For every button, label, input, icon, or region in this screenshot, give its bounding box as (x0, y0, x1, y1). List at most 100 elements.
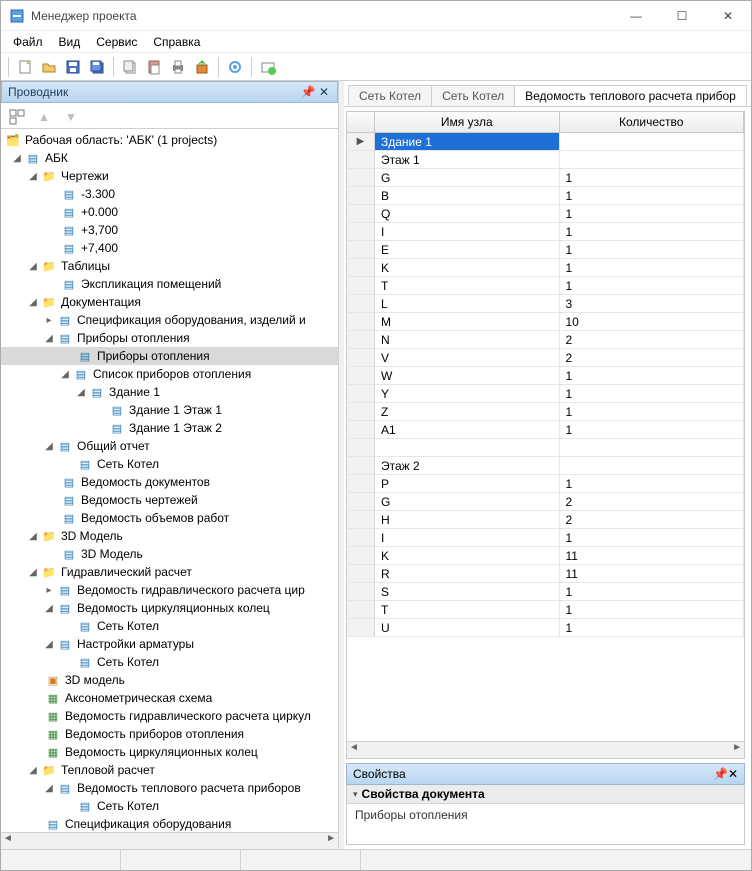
cell-qty[interactable]: 1 (560, 241, 745, 259)
tab-net-boiler-2[interactable]: Сеть Котел (431, 85, 515, 106)
cell-name[interactable]: N (375, 331, 560, 349)
table-row[interactable]: T1 (347, 277, 744, 295)
table-row[interactable]: V2 (347, 349, 744, 367)
minimize-button[interactable]: — (613, 1, 659, 31)
thermal-dev-log-node[interactable]: Ведомость теплового расчета приборов (75, 781, 303, 795)
table-row[interactable]: A11 (347, 421, 744, 439)
table-row[interactable]: I1 (347, 223, 744, 241)
settings-icon[interactable] (224, 56, 246, 78)
hydraulic-log-node[interactable]: Ведомость гидравлического расчета цир (75, 583, 307, 597)
horizontal-scrollbar[interactable] (1, 832, 338, 849)
general-report-node[interactable]: Общий отчет (75, 439, 152, 453)
toggle-icon[interactable]: ◢ (27, 765, 39, 776)
cell-name[interactable]: Y (375, 385, 560, 403)
cell-name[interactable]: Этаж 1 (375, 151, 560, 169)
circ-rings-node[interactable]: Ведомость циркуляционных колец (75, 601, 272, 615)
cell-name[interactable]: M (375, 313, 560, 331)
toggle-icon[interactable]: ◢ (43, 603, 55, 614)
table-row[interactable]: Этаж 2 (347, 457, 744, 475)
row-header[interactable] (347, 601, 375, 619)
cell-qty[interactable]: 1 (560, 385, 745, 403)
toggle-icon[interactable]: ◢ (43, 783, 55, 794)
cell-name[interactable]: G (375, 169, 560, 187)
paste-icon[interactable] (143, 56, 165, 78)
log-volumes-node[interactable]: Ведомость объемов работ (79, 511, 231, 525)
drawings-node[interactable]: Чертежи (59, 169, 111, 183)
table-row[interactable]: Y1 (347, 385, 744, 403)
net-boiler2-node[interactable]: Сеть Котел (95, 619, 161, 633)
cell-name[interactable]: H (375, 511, 560, 529)
row-header[interactable] (347, 169, 375, 187)
cell-qty[interactable] (560, 151, 745, 169)
row-header[interactable] (347, 205, 375, 223)
menu-service[interactable]: Сервис (88, 33, 145, 51)
row-header[interactable] (347, 241, 375, 259)
print-icon[interactable] (167, 56, 189, 78)
row-header[interactable] (347, 259, 375, 277)
row-header[interactable] (347, 223, 375, 241)
axo-scheme-node[interactable]: Аксонометрическая схема (63, 691, 214, 705)
model3d-item[interactable]: 3D Модель (79, 547, 145, 561)
table-row[interactable]: Q1 (347, 205, 744, 223)
cell-qty[interactable]: 1 (560, 223, 745, 241)
cell-qty[interactable]: 10 (560, 313, 745, 331)
cell-qty[interactable]: 1 (560, 187, 745, 205)
cell-name[interactable]: P (375, 475, 560, 493)
column-header-name[interactable]: Имя узла (375, 112, 560, 132)
table-row[interactable]: Z1 (347, 403, 744, 421)
table-row[interactable]: E1 (347, 241, 744, 259)
cell-qty[interactable]: 1 (560, 259, 745, 277)
toggle-icon[interactable]: ▸ (43, 315, 55, 326)
cell-name[interactable]: I (375, 529, 560, 547)
row-header[interactable] (347, 403, 375, 421)
heating-list-node[interactable]: Список приборов отопления (91, 367, 253, 381)
pin-icon[interactable]: 📌 (301, 85, 315, 99)
drawing-item[interactable]: +0.000 (79, 205, 120, 219)
column-header-qty[interactable]: Количество (560, 112, 745, 132)
cell-name[interactable]: S (375, 583, 560, 601)
net-boiler3-node[interactable]: Сеть Котел (95, 655, 161, 669)
cell-qty[interactable]: 2 (560, 331, 745, 349)
tree-view-icon[interactable] (5, 106, 29, 128)
cell-qty[interactable]: 1 (560, 475, 745, 493)
cell-qty[interactable] (560, 133, 745, 151)
toggle-icon[interactable]: ◢ (43, 441, 55, 452)
drawing-item[interactable]: +3,700 (79, 223, 120, 237)
project-tree[interactable]: 🗂️Рабочая область: 'АБК' (1 projects) ◢▤… (1, 129, 338, 832)
drawing-item[interactable]: -3.300 (79, 187, 117, 201)
save-icon[interactable] (62, 56, 84, 78)
cell-name[interactable]: Этаж 2 (375, 457, 560, 475)
close-panel-icon[interactable]: ✕ (317, 85, 331, 99)
b1-floor1-node[interactable]: Здание 1 Этаж 1 (127, 403, 224, 417)
cell-name[interactable]: W (375, 367, 560, 385)
equip-spec-partial-node[interactable]: Спецификация оборудования (63, 817, 233, 831)
table-row[interactable]: L3 (347, 295, 744, 313)
export-icon[interactable] (191, 56, 213, 78)
close-button[interactable]: ✕ (705, 1, 751, 31)
toggle-icon[interactable]: ◢ (27, 531, 39, 542)
row-header[interactable] (347, 367, 375, 385)
explorer-header[interactable]: Проводник 📌 ✕ (1, 81, 338, 103)
expand-down-icon[interactable]: ▼ (59, 106, 83, 128)
row-header[interactable] (347, 349, 375, 367)
documentation-node[interactable]: Документация (59, 295, 143, 309)
cell-qty[interactable]: 1 (560, 601, 745, 619)
cell-qty[interactable]: 1 (560, 421, 745, 439)
row-header-corner[interactable] (347, 112, 375, 132)
row-header[interactable] (347, 385, 375, 403)
row-header[interactable] (347, 295, 375, 313)
table-row[interactable]: G1 (347, 169, 744, 187)
table-row[interactable]: T1 (347, 601, 744, 619)
table-row[interactable]: B1 (347, 187, 744, 205)
cell-qty[interactable]: 11 (560, 547, 745, 565)
cell-qty[interactable]: 11 (560, 565, 745, 583)
row-header[interactable] (347, 313, 375, 331)
row-header[interactable] (347, 277, 375, 295)
tab-net-boiler-1[interactable]: Сеть Котел (348, 85, 432, 106)
thermal-calc-node[interactable]: Тепловой расчет (59, 763, 157, 777)
cell-name[interactable]: R (375, 565, 560, 583)
menu-view[interactable]: Вид (51, 33, 89, 51)
cell-qty[interactable] (560, 457, 745, 475)
cell-qty[interactable]: 1 (560, 277, 745, 295)
table-row[interactable]: ▶Здание 1 (347, 133, 744, 151)
